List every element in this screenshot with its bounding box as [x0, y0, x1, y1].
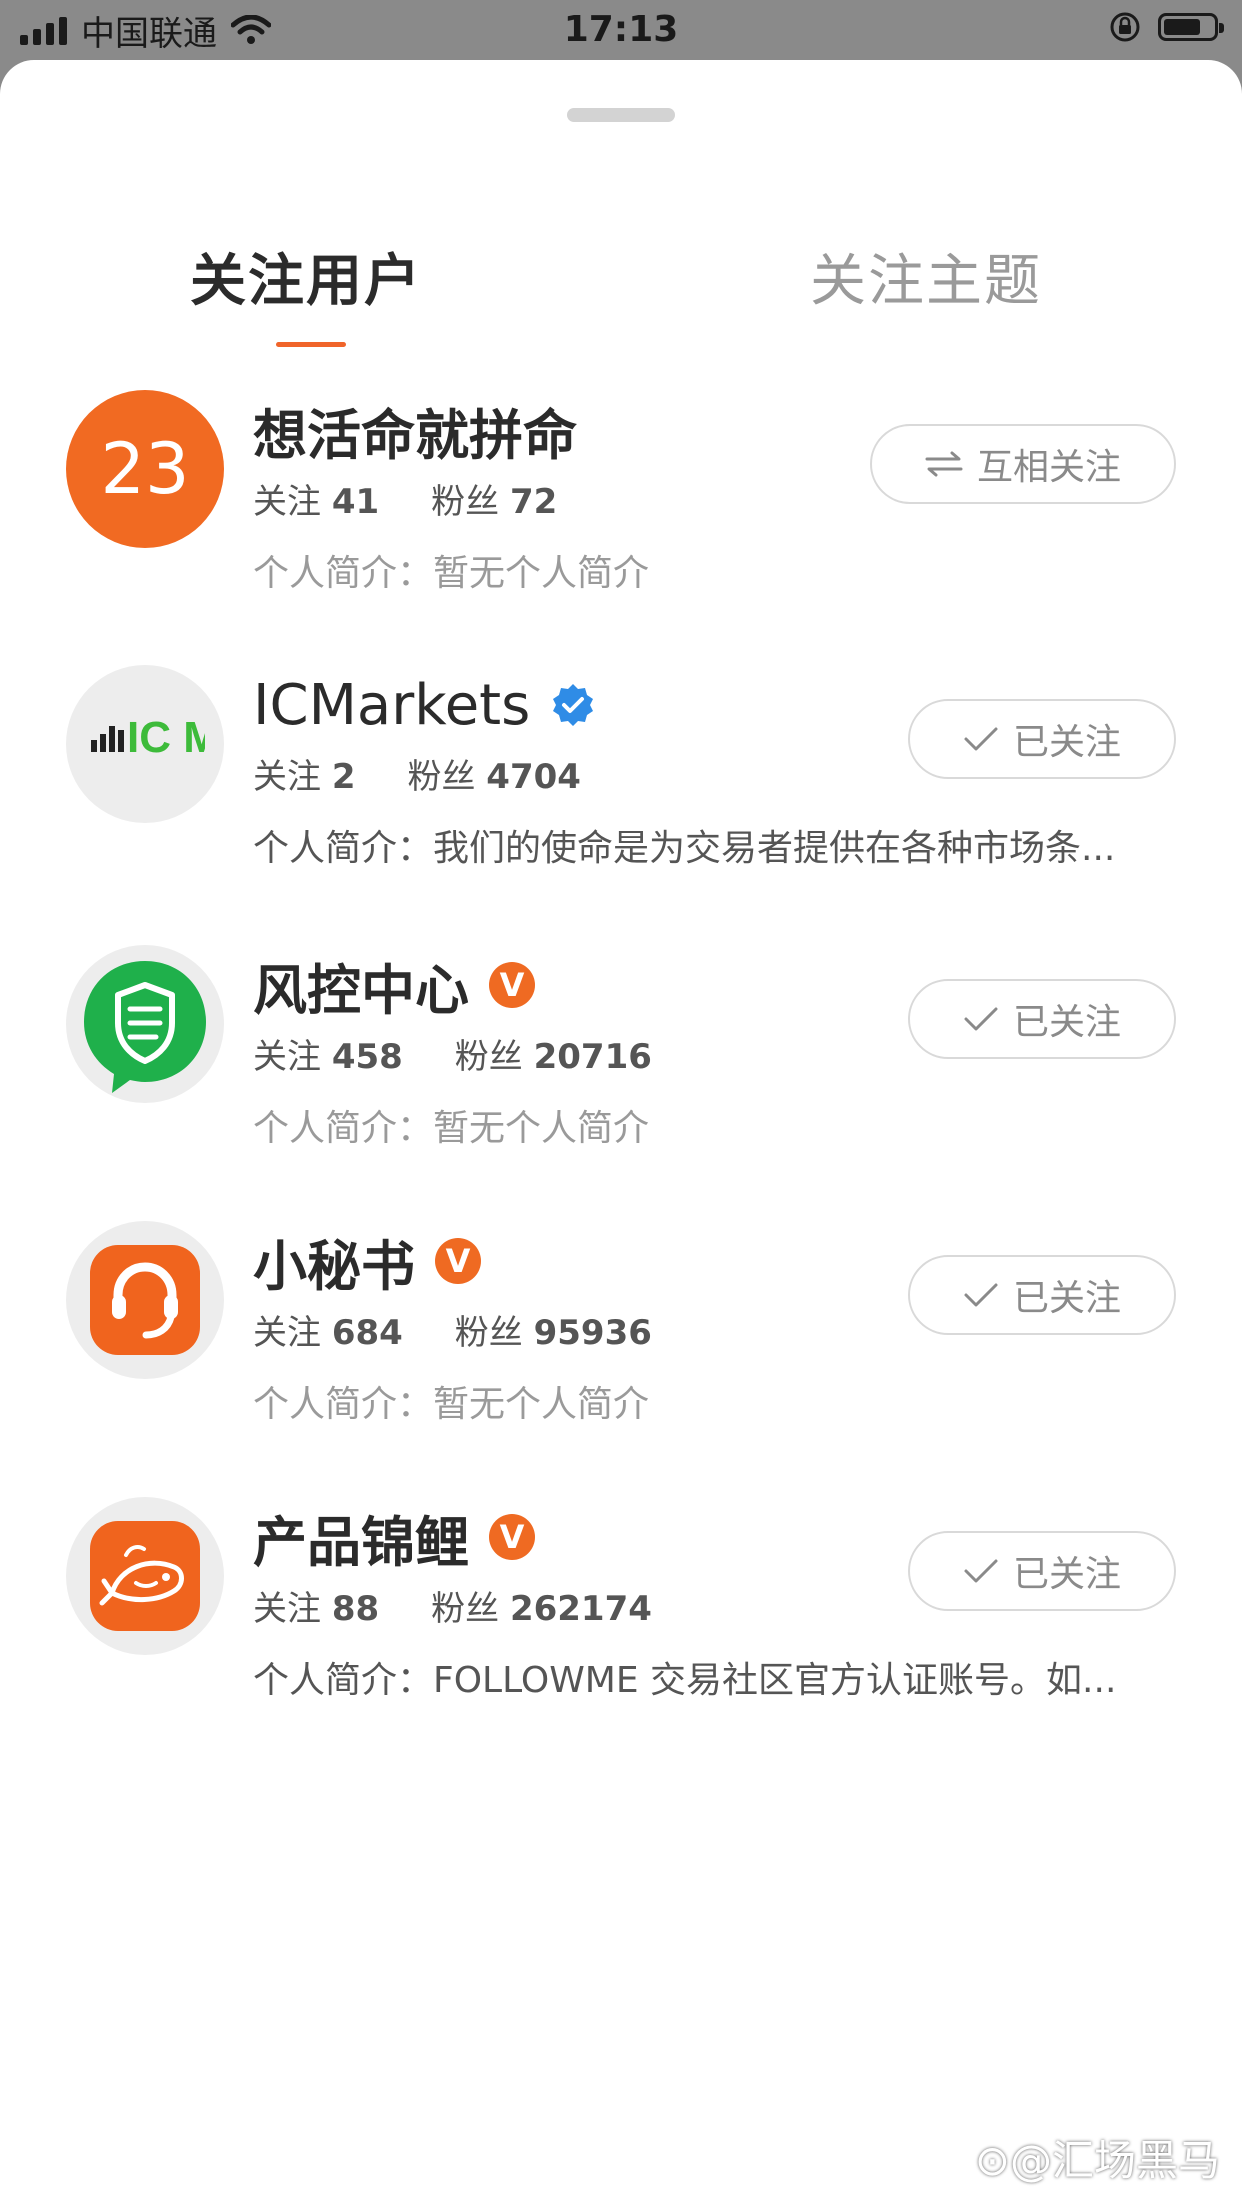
followed-button[interactable]: 已关注 [908, 1255, 1176, 1335]
mutual-follow-button[interactable]: 互相关注 [870, 424, 1176, 504]
icmarkets-logo: IC Markets [91, 713, 205, 762]
avatar[interactable]: IC Markets [66, 665, 224, 823]
following-count: 2 [331, 757, 356, 797]
verified-v-icon: V [489, 1514, 535, 1560]
user-stats: 关注 2 粉丝 4704 [253, 757, 581, 797]
user-name[interactable]: 想活命就拼命 [253, 391, 577, 470]
follow-button-label: 已关注 [1012, 1554, 1121, 1595]
user-bio: 个人简介：我们的使命是为交易者提供在各种市场条... [253, 828, 1116, 869]
rotation-lock-icon [1110, 12, 1140, 42]
followed-button[interactable]: 已关注 [908, 699, 1176, 779]
list-item[interactable]: 产品锦鲤 V 关注 88 粉丝 262174 个人简介：FOLLOWME 交易社… [0, 1497, 1242, 1767]
list-item[interactable]: 小秘书 V 关注 684 粉丝 95936 个人简介：暂无个人简介 已关注 [0, 1221, 1242, 1491]
tab-following-topics[interactable]: 关注主题 [810, 242, 1042, 322]
verified-v-icon: V [489, 962, 535, 1008]
user-bio: 个人简介：暂无个人简介 [253, 1384, 650, 1425]
active-tab-indicator [276, 342, 346, 347]
user-bio: 个人简介：FOLLOWME 交易社区官方认证账号。如... [253, 1660, 1117, 1701]
following-count: 684 [331, 1313, 403, 1353]
followed-button[interactable]: 已关注 [908, 1531, 1176, 1611]
following-sheet: 关注用户 关注主题 23 想活命就拼命 关注 41 粉丝 72 个人简介：暂无个… [0, 60, 1242, 2208]
followed-button[interactable]: 已关注 [908, 979, 1176, 1059]
verified-v-icon: V [435, 1238, 481, 1284]
user-name[interactable]: 小秘书 [253, 1222, 415, 1301]
following-count: 458 [331, 1037, 403, 1077]
avatar[interactable] [66, 945, 224, 1103]
user-bio: 个人简介：暂无个人简介 [253, 553, 650, 594]
avatar[interactable] [66, 1497, 224, 1655]
user-name[interactable]: 产品锦鲤 [253, 1498, 469, 1577]
user-name[interactable]: 风控中心 [253, 946, 469, 1025]
clock: 17:13 [563, 9, 679, 50]
weibo-icon: ⊙ [974, 2136, 1010, 2185]
follow-button-label: 已关注 [1012, 1278, 1121, 1319]
koi-fish-logo [90, 1521, 200, 1631]
following-count: 88 [331, 1589, 380, 1629]
avatar[interactable] [66, 1221, 224, 1379]
watermark: ⊙@汇场黑马 [974, 2136, 1220, 2185]
status-bar: 中国联通 17:13 [0, 0, 1242, 60]
user-name[interactable]: ICMarkets [253, 673, 530, 738]
svg-text:IC Markets: IC Markets [127, 713, 205, 762]
risk-control-shield-logo [84, 961, 206, 1093]
list-item[interactable]: IC Markets ICMarkets 关注 2 粉丝 4704 个人简介：我… [0, 665, 1242, 935]
tab-following-users[interactable]: 关注用户 [190, 242, 422, 322]
blue-verified-badge-icon [553, 684, 594, 726]
user-bio: 个人简介：暂无个人简介 [253, 1108, 650, 1149]
fans-count: 262174 [509, 1589, 652, 1629]
user-stats: 关注 458 粉丝 20716 [253, 1037, 652, 1077]
sheet-drag-handle[interactable] [567, 108, 675, 122]
list-item[interactable]: 23 想活命就拼命 关注 41 粉丝 72 个人简介：暂无个人简介 互相关注 [0, 390, 1242, 660]
check-icon [964, 1283, 998, 1307]
following-count: 41 [331, 482, 380, 522]
headset-support-logo [90, 1245, 200, 1355]
check-icon [964, 1007, 998, 1031]
list-item[interactable]: 风控中心 V 关注 458 粉丝 20716 个人简介：暂无个人简介 已关注 [0, 945, 1242, 1215]
user-stats: 关注 684 粉丝 95936 [253, 1313, 652, 1353]
fans-count: 72 [509, 482, 558, 522]
user-stats: 关注 88 粉丝 262174 [253, 1589, 652, 1629]
check-icon [964, 727, 998, 751]
fans-count: 20716 [533, 1037, 652, 1077]
follow-button-label: 互相关注 [976, 447, 1121, 488]
user-stats: 关注 41 粉丝 72 [253, 482, 558, 522]
fans-count: 95936 [533, 1313, 652, 1353]
follow-button-label: 已关注 [1012, 722, 1121, 763]
follow-button-label: 已关注 [1012, 1002, 1121, 1043]
battery-icon [1158, 13, 1224, 41]
fans-count: 4704 [486, 757, 581, 797]
mutual-arrows-icon [925, 451, 963, 477]
check-icon [964, 1559, 998, 1583]
avatar[interactable]: 23 [66, 390, 224, 548]
